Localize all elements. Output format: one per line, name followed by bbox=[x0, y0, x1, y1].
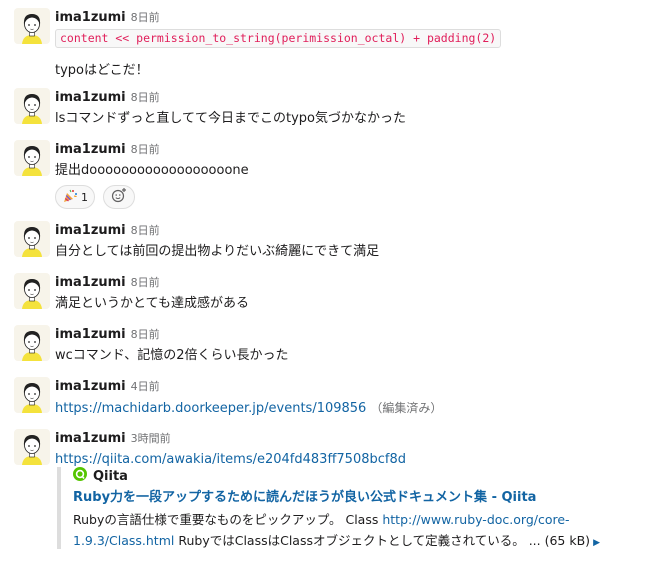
avatar[interactable] bbox=[14, 88, 50, 124]
preview-description: Rubyの言語仕様で重要なものをピックアップ。 Class http://www… bbox=[73, 512, 600, 548]
timestamp[interactable]: 8日前 bbox=[131, 143, 160, 156]
expand-caret-icon[interactable]: ▶ bbox=[593, 538, 600, 548]
party-popper-icon bbox=[62, 188, 78, 207]
author-name[interactable]: ima1zumi bbox=[55, 90, 126, 105]
avatar[interactable] bbox=[14, 273, 50, 309]
timestamp[interactable]: 8日前 bbox=[131, 91, 160, 104]
message-link[interactable]: https://machidarb.doorkeeper.jp/events/1… bbox=[55, 401, 366, 416]
timestamp[interactable]: 3時間前 bbox=[131, 432, 171, 445]
qiita-icon bbox=[73, 466, 87, 488]
timestamp[interactable]: 4日前 bbox=[131, 380, 160, 393]
avatar[interactable] bbox=[14, 325, 50, 361]
avatar[interactable] bbox=[14, 221, 50, 257]
author-name[interactable]: ima1zumi bbox=[55, 327, 126, 342]
timestamp[interactable]: 8日前 bbox=[131, 11, 160, 24]
message-text: typoはどこだ！ bbox=[55, 63, 149, 78]
add-reaction-button[interactable] bbox=[103, 185, 136, 209]
timestamp[interactable]: 8日前 bbox=[131, 276, 160, 289]
message-text: 自分としては前回の提出物よりだいぶ綺麗にできて満足 bbox=[55, 244, 380, 259]
avatar[interactable] bbox=[14, 377, 50, 413]
author-name[interactable]: ima1zumi bbox=[55, 431, 126, 446]
message-text: lsコマンドずっと直してて今日までこのtypo気づかなかった bbox=[55, 111, 406, 126]
message-text: 提出doooooooooooooooooone bbox=[55, 163, 249, 178]
avatar[interactable] bbox=[14, 429, 50, 465]
author-name[interactable]: ima1zumi bbox=[55, 223, 126, 238]
author-name[interactable]: ima1zumi bbox=[55, 142, 126, 157]
link-preview: Qiita Ruby力を一段アップするために読んだほうが良い公式ドキュメント集 … bbox=[57, 466, 643, 549]
message-link[interactable]: https://qiita.com/awakia/items/e204fd483… bbox=[55, 452, 406, 467]
timestamp[interactable]: 8日前 bbox=[131, 328, 160, 341]
add-emoji-icon bbox=[111, 187, 127, 207]
timestamp[interactable]: 8日前 bbox=[131, 224, 160, 237]
author-name[interactable]: ima1zumi bbox=[55, 379, 126, 394]
author-name[interactable]: ima1zumi bbox=[55, 275, 126, 290]
reaction-count: 1 bbox=[81, 190, 88, 204]
preview-title[interactable]: Ruby力を一段アップするために読んだほうが良い公式ドキュメント集 - Qiit… bbox=[73, 487, 643, 509]
reaction-party-popper[interactable]: 1 bbox=[55, 185, 95, 209]
message-text: wcコマンド、記憶の2倍くらい長かった bbox=[55, 348, 289, 363]
message-text: 満足というかとても達成感がある bbox=[55, 296, 249, 311]
preview-inline-link[interactable]: 1.9.3/Class.html bbox=[73, 533, 174, 548]
site-name: Qiita bbox=[93, 469, 128, 484]
code-snippet: content << permission_to_string(perimiss… bbox=[55, 29, 502, 48]
edited-label: （編集済み） bbox=[370, 401, 443, 415]
avatar[interactable] bbox=[14, 140, 50, 176]
message-feed: ima1zumi 8日前 content << permission_to_str… bbox=[0, 0, 658, 566]
preview-inline-link[interactable]: http://www.ruby-doc.org/core- bbox=[382, 512, 569, 527]
avatar[interactable] bbox=[14, 8, 50, 44]
reactions-bar: 1 bbox=[55, 185, 648, 209]
author-name[interactable]: ima1zumi bbox=[55, 10, 126, 25]
